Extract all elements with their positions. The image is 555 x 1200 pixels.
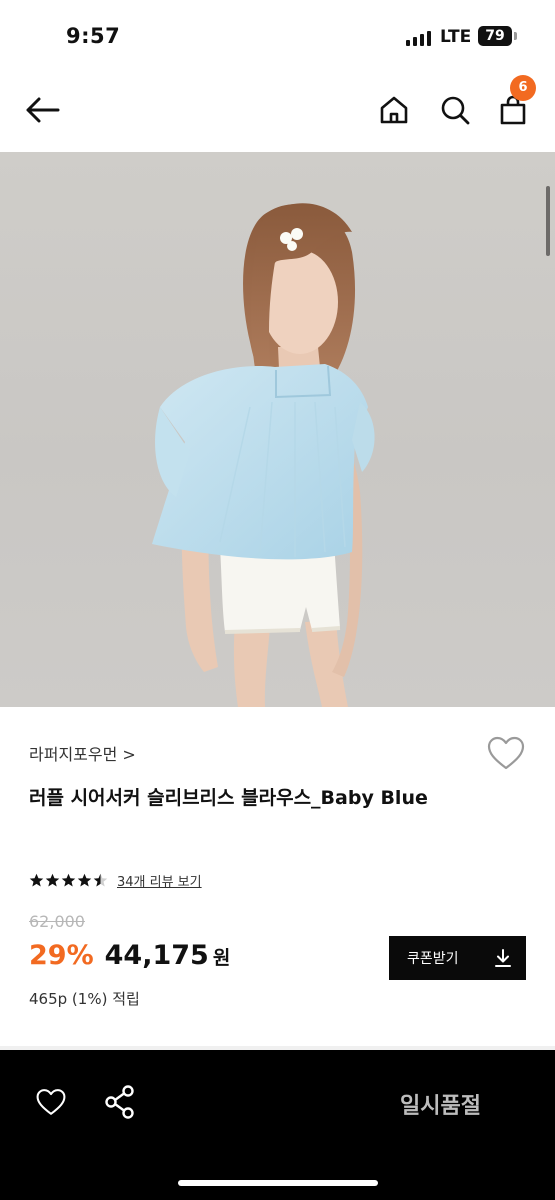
star-half-icon	[93, 873, 108, 886]
currency-label: 원	[212, 947, 231, 969]
sale-price: 44,175	[104, 940, 209, 971]
star-icon	[77, 873, 92, 886]
bottom-wishlist-button[interactable]	[31, 1082, 71, 1122]
price-row: 29% 44,175 원	[29, 940, 230, 971]
product-image[interactable]	[0, 152, 555, 707]
image-scroll-indicator[interactable]	[546, 186, 550, 256]
reward-points: 465p (1%) 적립	[29, 990, 140, 1008]
back-button[interactable]	[22, 90, 62, 130]
back-arrow-icon	[26, 97, 60, 123]
sold-out-label: 일시품절	[400, 1094, 481, 1119]
coupon-label: 쿠폰받기	[407, 951, 459, 967]
star-icon	[61, 873, 76, 886]
search-icon	[441, 96, 470, 125]
star-rating	[29, 873, 109, 888]
bottom-action-bar: 일시품절	[0, 1050, 555, 1200]
top-nav	[0, 72, 555, 152]
coupon-download-button[interactable]: 쿠폰받기	[389, 936, 526, 980]
share-button[interactable]	[100, 1082, 140, 1122]
rating-row: 34개 리뷰 보기	[29, 870, 202, 890]
product-photo-illustration	[152, 203, 375, 707]
search-button[interactable]	[435, 90, 475, 130]
home-icon	[380, 96, 408, 124]
status-time: 9:57	[66, 24, 121, 48]
original-price: 62,000	[29, 912, 85, 931]
heart-icon	[36, 1089, 66, 1115]
star-icon	[45, 873, 60, 886]
discount-rate: 29%	[29, 940, 94, 971]
heart-icon	[487, 736, 525, 770]
review-link[interactable]: 34개 리뷰 보기	[117, 871, 202, 890]
share-icon	[105, 1085, 134, 1119]
brand-name: 라퍼지포우먼	[29, 745, 118, 764]
cart-count-badge: 6	[510, 75, 536, 101]
home-indicator[interactable]	[178, 1180, 378, 1186]
home-button[interactable]	[374, 90, 414, 130]
battery-cap	[514, 32, 517, 40]
status-bar: 9:57 LTE 79	[0, 0, 555, 72]
chevron-right-icon: >	[122, 745, 136, 764]
battery-icon: 79	[478, 26, 512, 46]
star-icon	[29, 873, 44, 886]
download-icon	[495, 949, 511, 967]
product-name: 러플 시어서커 슬리브리스 블라우스_Baby Blue	[29, 787, 428, 809]
signal-icon	[406, 30, 432, 46]
network-label: LTE	[440, 27, 472, 47]
wishlist-button[interactable]	[486, 734, 526, 774]
brand-link[interactable]: 라퍼지포우먼 >	[29, 741, 136, 765]
